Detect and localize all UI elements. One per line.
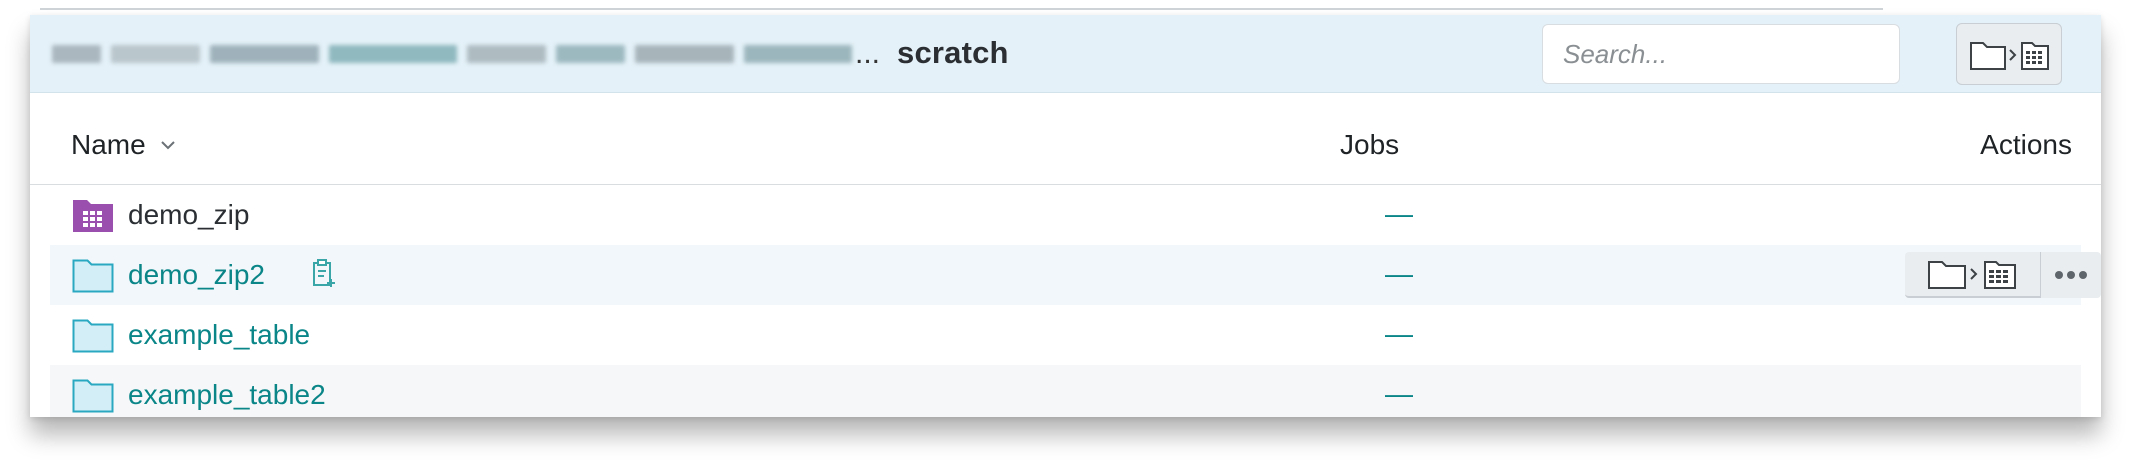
column-header-jobs: Jobs <box>1340 129 1400 160</box>
column-header-name-label: Name <box>71 129 146 160</box>
table-header: Name Jobs Actions <box>30 92 2101 185</box>
row-jobs: — <box>1385 378 1413 409</box>
folder-to-table-icon <box>1970 42 2049 70</box>
copy-path-icon[interactable] <box>312 259 336 289</box>
row-name: demo_zip <box>128 199 250 230</box>
row-name-link[interactable]: example_table2 <box>128 379 326 411</box>
current-folder-title: scratch <box>897 35 1009 70</box>
chevron-down-icon <box>160 141 175 150</box>
row-jobs: — <box>1385 318 1413 349</box>
file-browser-panel: ... scratch Name Jobs Actions <box>30 15 2101 417</box>
folder-icon <box>72 379 114 413</box>
more-horizontal-icon <box>2055 271 2087 279</box>
browser-header: ... scratch <box>30 15 2101 93</box>
top-divider <box>40 8 1883 10</box>
folder-icon <box>72 259 114 293</box>
breadcrumb-redacted <box>52 42 853 66</box>
table-row: example_table2 — <box>50 365 2081 417</box>
table-row: example_table — <box>50 305 2081 365</box>
search-input[interactable] <box>1542 24 1900 84</box>
file-list: demo_zip — demo_zip2 — example_table — e… <box>30 185 2101 417</box>
table-row: demo_zip — <box>50 185 2081 245</box>
table-row: demo_zip2 — <box>50 245 2101 305</box>
move-to-table-button[interactable] <box>1956 23 2062 85</box>
row-name-link[interactable]: demo_zip2 <box>128 259 265 291</box>
folder-to-table-icon <box>1927 261 2016 289</box>
column-header-name[interactable]: Name <box>71 129 176 161</box>
column-header-actions: Actions <box>1980 129 2072 160</box>
row-jobs: — <box>1385 198 1413 229</box>
purple-table-folder-icon <box>73 200 113 232</box>
row-jobs: — <box>1385 258 1413 289</box>
row-actions <box>1905 252 2101 298</box>
row-more-button[interactable] <box>2041 252 2101 298</box>
breadcrumb-ellipsis: ... <box>855 37 881 70</box>
row-move-to-table-button[interactable] <box>1905 252 2041 298</box>
row-name-link[interactable]: example_table <box>128 319 310 351</box>
folder-icon <box>72 319 114 353</box>
